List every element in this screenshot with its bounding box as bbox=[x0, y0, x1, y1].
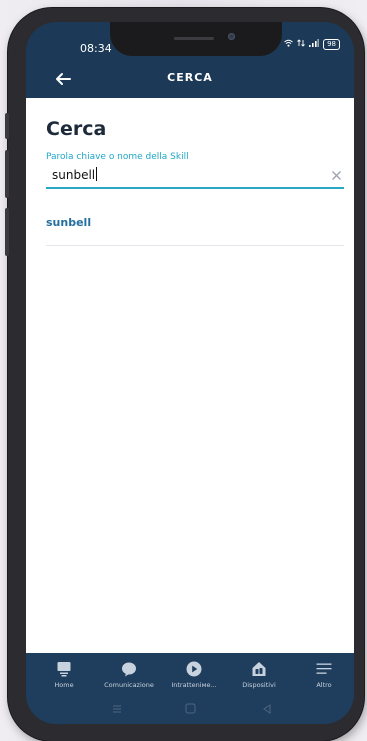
recents-icon bbox=[113, 705, 121, 713]
signal-icon bbox=[309, 39, 320, 50]
search-field-label: Parola chiave o nome della Skill bbox=[46, 152, 189, 162]
phone-screen: 08:34 98 CERCA Cerca Parola chiave o nom… bbox=[26, 22, 354, 724]
result-divider bbox=[46, 245, 344, 246]
data-icon bbox=[297, 39, 305, 50]
bottom-nav: Home Comunicazione Intratteniме... Dispo… bbox=[26, 653, 354, 724]
back-triangle-icon bbox=[263, 704, 271, 714]
search-page: Cerca Parola chiave o nome della Skill s… bbox=[26, 98, 354, 653]
devices-icon bbox=[252, 662, 266, 676]
home-square-icon bbox=[185, 703, 196, 714]
home-icon bbox=[57, 662, 71, 677]
notch bbox=[110, 22, 282, 56]
status-time: 08:34 bbox=[80, 42, 112, 55]
tab-comunicazione[interactable]: Comunicazione bbox=[95, 661, 163, 689]
front-camera bbox=[228, 33, 235, 40]
chat-bubble-icon bbox=[122, 662, 136, 677]
tab-dispositivi[interactable]: Dispositivi bbox=[225, 661, 293, 689]
earpiece bbox=[174, 37, 214, 40]
volume-up-button bbox=[5, 113, 9, 139]
tab-label: Intratteniме... bbox=[171, 681, 217, 689]
tab-label: Comunicazione bbox=[104, 681, 154, 689]
volume-down-button bbox=[5, 150, 9, 198]
app-header: CERCA bbox=[26, 60, 354, 98]
play-icon bbox=[186, 661, 202, 677]
tab-intrattenimento[interactable]: Intratteniме... bbox=[160, 661, 228, 689]
status-icons: 98 bbox=[284, 39, 340, 50]
tab-label: Dispositivi bbox=[242, 681, 276, 689]
wifi-icon bbox=[284, 39, 293, 50]
search-input[interactable]: sunbell bbox=[46, 162, 344, 189]
back-system-button[interactable] bbox=[262, 699, 272, 718]
tab-altro[interactable]: Altro bbox=[290, 661, 354, 689]
tab-label: Home bbox=[54, 681, 74, 689]
tab-label: Altro bbox=[316, 681, 332, 689]
result-item[interactable]: sunbell bbox=[46, 216, 91, 229]
clear-search-button[interactable] bbox=[330, 167, 343, 180]
page-title: Cerca bbox=[46, 118, 107, 140]
close-icon bbox=[332, 171, 341, 180]
search-input-value[interactable]: sunbell bbox=[52, 167, 98, 182]
battery-icon: 98 bbox=[323, 39, 340, 50]
tab-home[interactable]: Home bbox=[30, 661, 98, 689]
side-button bbox=[5, 208, 9, 256]
header-title: CERCA bbox=[167, 71, 213, 84]
recent-apps-button[interactable] bbox=[112, 699, 122, 718]
menu-icon bbox=[316, 663, 332, 674]
home-system-button[interactable] bbox=[185, 699, 196, 718]
system-nav bbox=[26, 689, 354, 724]
